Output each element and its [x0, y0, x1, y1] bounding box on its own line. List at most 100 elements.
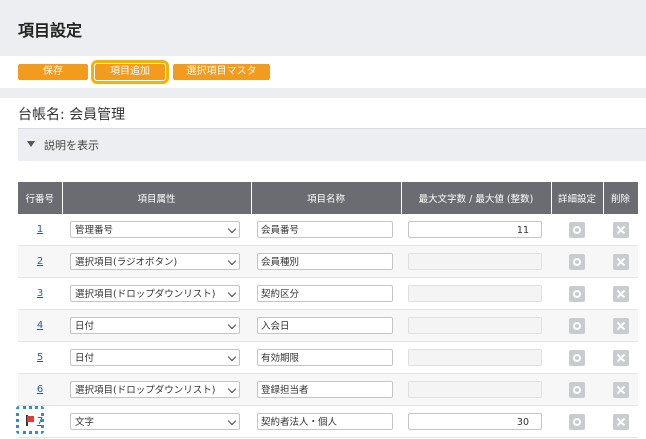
table-row: 3 選択項目(ドロップダウンリスト) 契約区分: [18, 277, 638, 310]
add-item-button[interactable]: 項目追加: [91, 60, 169, 84]
row-number-link[interactable]: 6: [37, 384, 43, 395]
max-length-cell: 30: [401, 405, 551, 438]
detail-cell: [551, 309, 603, 342]
close-icon[interactable]: [612, 285, 629, 302]
item-name-cell: 契約者法人・個人: [251, 405, 401, 438]
page-title: 項目設定: [18, 21, 83, 40]
delete-cell: [603, 214, 638, 246]
toolbar: 保存 項目追加 選択項目マスタ: [0, 56, 646, 88]
item-name-input[interactable]: 入会日: [257, 317, 393, 334]
item-name-cell: 契約区分: [251, 277, 401, 310]
close-icon[interactable]: [612, 349, 629, 366]
close-icon[interactable]: [612, 413, 629, 430]
chevron-down-icon: [227, 288, 237, 298]
row-number-cell: 1: [18, 214, 62, 246]
max-length-input[interactable]: 30: [408, 413, 542, 430]
chevron-down-icon: [227, 384, 237, 394]
item-name-cell: 会員種別: [251, 245, 401, 278]
row-number-link[interactable]: 2: [37, 256, 43, 267]
row-number-link[interactable]: 1: [37, 224, 43, 235]
item-table: 行番号 項目属性 項目名称 最大文字数 / 最大値 (整数) 詳細設定 削除 1…: [18, 182, 639, 438]
detail-cell: [551, 214, 603, 246]
item-type-select[interactable]: 日付: [70, 317, 240, 334]
item-type-select[interactable]: 管理番号: [70, 221, 240, 238]
max-length-input[interactable]: 11: [408, 221, 542, 238]
ledger-name: 台帳名: 会員管理: [18, 107, 126, 123]
item-type-cell: 選択項目(ラジオボタン): [62, 245, 251, 278]
max-length-input: [408, 317, 542, 334]
header-item-name: 項目名称: [251, 182, 402, 214]
detail-cell: [551, 405, 603, 438]
item-type-select[interactable]: 選択項目(ドロップダウンリスト): [70, 285, 240, 302]
gear-icon[interactable]: [569, 413, 585, 430]
header-max-length: 最大文字数 / 最大値 (整数): [401, 182, 552, 214]
item-type-cell: 管理番号: [62, 214, 251, 246]
item-type-select[interactable]: 選択項目(ドロップダウンリスト): [70, 381, 240, 398]
item-name-input[interactable]: 有効期限: [257, 349, 393, 366]
row-number-cell: 4: [18, 309, 62, 342]
item-type-select[interactable]: 日付: [70, 349, 240, 366]
chevron-down-icon: [227, 352, 237, 362]
explain-toggle-label: 説明を表示: [44, 139, 99, 152]
item-name-input[interactable]: 登録担当者: [257, 381, 393, 398]
header-detail-settings: 詳細設定: [551, 182, 604, 214]
delete-cell: [603, 373, 638, 406]
chevron-down-icon: [227, 256, 237, 266]
row-number-link[interactable]: 4: [37, 320, 43, 331]
item-name-input[interactable]: 契約区分: [257, 285, 393, 302]
gear-icon[interactable]: [569, 221, 585, 238]
gear-icon[interactable]: [569, 253, 585, 270]
gear-icon[interactable]: [569, 317, 585, 334]
gear-icon[interactable]: [569, 381, 585, 398]
delete-cell: [603, 245, 638, 278]
close-icon[interactable]: [612, 253, 629, 270]
table-row: 2 選択項目(ラジオボタン) 会員種別: [18, 245, 638, 278]
chevron-down-icon: [227, 416, 237, 426]
max-length-cell: [401, 373, 551, 406]
max-length-cell: [401, 277, 551, 310]
explain-toggle[interactable]: 説明を表示: [18, 128, 646, 161]
delete-cell: [603, 277, 638, 310]
detail-cell: [551, 373, 603, 406]
row-number-cell: 3: [18, 277, 62, 310]
row-number-link[interactable]: 3: [37, 288, 43, 299]
item-name-input[interactable]: 会員種別: [257, 253, 393, 270]
item-type-value: 日付: [75, 353, 95, 364]
save-button[interactable]: 保存: [18, 64, 88, 80]
table-row: 7 文字 契約者法人・個人 30: [18, 405, 638, 438]
close-icon[interactable]: [612, 381, 629, 398]
max-length-input: [408, 285, 542, 302]
flag-icon: [27, 416, 34, 422]
item-name-input[interactable]: 契約者法人・個人: [257, 413, 393, 430]
item-type-value: 選択項目(ラジオボタン): [75, 257, 178, 268]
chevron-down-icon: [227, 320, 237, 330]
max-length-cell: [401, 245, 551, 278]
header-item-type: 項目属性: [62, 182, 252, 214]
max-length-input: [408, 349, 542, 366]
gear-icon[interactable]: [569, 349, 585, 366]
delete-cell: [603, 405, 638, 438]
triangle-down-icon: [27, 141, 35, 147]
close-icon[interactable]: [612, 317, 629, 334]
item-type-cell: 日付: [62, 341, 251, 374]
select-item-master-button[interactable]: 選択項目マスタ: [173, 64, 270, 80]
item-type-select[interactable]: 文字: [70, 413, 240, 430]
drag-handle-marker[interactable]: [16, 406, 44, 434]
row-number-link[interactable]: 5: [37, 352, 43, 363]
item-type-cell: 日付: [62, 309, 251, 342]
gear-icon[interactable]: [569, 285, 585, 302]
item-name-cell: 登録担当者: [251, 373, 401, 406]
detail-cell: [551, 245, 603, 278]
max-length-input: [408, 253, 542, 270]
item-type-select[interactable]: 選択項目(ラジオボタン): [70, 253, 240, 270]
item-type-value: 選択項目(ドロップダウンリスト): [75, 289, 216, 300]
item-type-value: 管理番号: [75, 225, 114, 236]
chevron-down-icon: [227, 224, 237, 234]
item-name-input[interactable]: 会員番号: [257, 221, 393, 238]
header-row-number: 行番号: [18, 182, 63, 214]
item-name-cell: 有効期限: [251, 341, 401, 374]
toolbar-separator: [0, 88, 646, 98]
table-header-row: 行番号 項目属性 項目名称 最大文字数 / 最大値 (整数) 詳細設定 削除: [18, 182, 639, 214]
close-icon[interactable]: [612, 221, 629, 238]
item-name-cell: 会員番号: [251, 214, 401, 246]
